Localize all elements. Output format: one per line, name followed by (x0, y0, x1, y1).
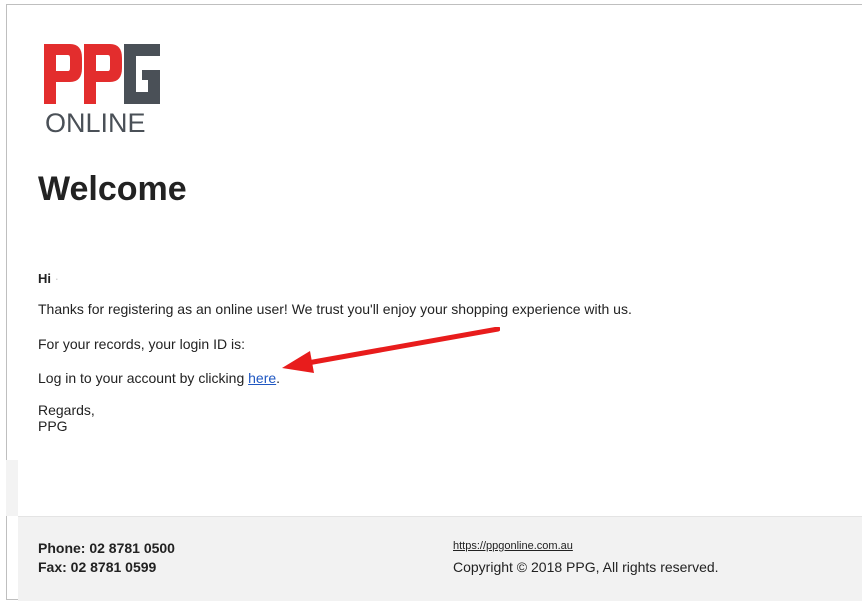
contact-info: Phone: 02 8781 0500 Fax: 02 8781 0599 (38, 539, 175, 577)
regards-text: Regards, (38, 402, 95, 418)
email-footer: Phone: 02 8781 0500 Fax: 02 8781 0599 ht… (18, 516, 862, 601)
greeting-trailing: · (54, 271, 59, 286)
signoff: Regards, PPG (38, 402, 95, 434)
red-arrow-icon (282, 327, 500, 373)
login-instruction: Log in to your account by clicking here. (38, 370, 280, 386)
left-margin-strip (6, 460, 18, 516)
login-prefix: Log in to your account by clicking (38, 370, 249, 386)
welcome-paragraph: Thanks for registering as an online user… (38, 301, 632, 317)
greeting-text: Hi (38, 271, 51, 286)
website-link[interactable]: https://ppgonline.com.au (453, 540, 573, 552)
fax-number: Fax: 02 8781 0599 (38, 559, 157, 575)
logo-subtitle: ONLINE (45, 108, 146, 138)
login-here-link[interactable]: here (248, 370, 276, 386)
greeting-line: Hi · (38, 271, 59, 286)
login-id-paragraph: For your records, your login ID is: (38, 336, 245, 352)
copyright-text: Copyright © 2018 PPG, All rights reserve… (453, 559, 719, 575)
page-title: Welcome (38, 170, 187, 208)
signature-text: PPG (38, 418, 68, 434)
phone-number: Phone: 02 8781 0500 (38, 540, 175, 556)
